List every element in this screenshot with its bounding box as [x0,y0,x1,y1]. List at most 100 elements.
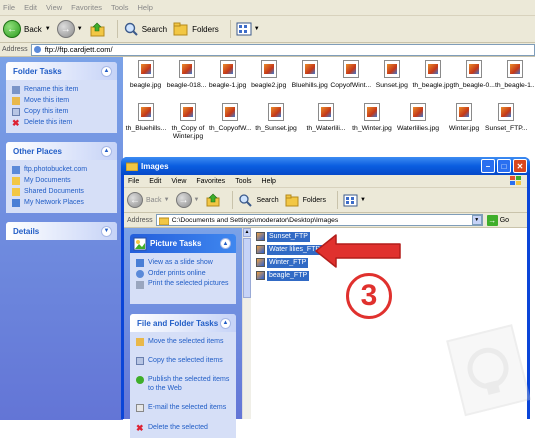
move-icon [136,338,144,346]
file-item[interactable]: th_beagle-0... [453,60,495,90]
file-item[interactable]: th_CopyofW... [209,103,252,141]
place-my-documents[interactable]: My Documents [12,175,111,186]
inner-search-button[interactable]: Search [238,193,279,208]
menu-favorites[interactable]: Favorites [71,3,102,12]
go-button[interactable]: → Go [486,214,509,226]
print-pictures-link[interactable]: Print the selected pictures [136,279,230,299]
minimize-button[interactable]: – [481,159,495,173]
file-item[interactable]: Winter.jpg [443,103,485,141]
details-header[interactable]: Details ▼ [6,222,117,240]
folder-tasks-header[interactable]: Folder Tasks ▲ [6,62,117,80]
details-panel: Details ▼ [6,222,117,240]
folders-button[interactable]: Folders [173,21,219,37]
file-item[interactable]: Waterlilies.jpg [393,103,443,141]
file-label: Sunset_FTP... [485,125,528,132]
file-item[interactable]: beagle-018... [166,60,207,90]
file-folder-tasks-header[interactable]: File and Folder Tasks ▲ [130,314,236,332]
file-item[interactable]: th_beagle-1... [495,60,535,90]
place-shared-documents[interactable]: Shared Documents [12,186,111,197]
menu-view[interactable]: View [171,178,186,185]
menu-edit[interactable]: Edit [24,3,37,12]
file-item-selected[interactable]: beagle_FTP [256,270,523,281]
inner-up-folder-button[interactable] [205,192,221,208]
other-places-header[interactable]: Other Places ▲ [6,142,117,160]
menu-help[interactable]: Help [262,178,276,185]
place-network[interactable]: My Network Places [12,197,111,208]
image-file-icon [256,245,265,254]
collapse-chevron-icon[interactable]: ▲ [220,238,231,249]
jpeg-file-icon [138,103,154,121]
address-input[interactable]: ftp://ftp.cardjett.com/ [30,43,535,56]
inner-forward-button[interactable]: → ▼ [175,192,199,208]
menu-tools[interactable]: Tools [235,178,251,185]
rename-item-link[interactable]: Rename this item [12,84,111,95]
picture-tasks-header[interactable]: Picture Tasks ▲ [130,234,236,253]
slideshow-link[interactable]: View as a slide show [136,257,230,268]
file-item[interactable]: th_beagle.jpg [412,60,453,90]
file-label: th_Bluehills... [125,125,167,132]
menu-help[interactable]: Help [138,3,153,12]
file-item[interactable]: th_Waterlili... [301,103,351,141]
close-button[interactable]: ✕ [513,159,527,173]
email-icon [136,404,144,412]
delete-item-label: Delete this item [24,119,73,126]
jpeg-file-icon [222,103,238,121]
forward-button[interactable]: → ▼ [56,20,83,38]
up-folder-button[interactable] [89,21,106,38]
inner-views-button[interactable]: ▼ [343,194,366,207]
file-label: th_Sunset.jpg [255,125,297,132]
file-item[interactable]: CopyofWint... [330,60,371,90]
file-item[interactable]: Bluehills.jpg [289,60,330,90]
collapse-chevron-icon[interactable]: ▲ [101,65,112,77]
publish-selected-link[interactable]: Publish the selected items to the Web [136,375,230,403]
delete-item-link[interactable]: ✖ Delete this item [12,117,111,128]
menu-file[interactable]: File [3,3,15,12]
place-label: Shared Documents [24,188,84,195]
place-photobucket[interactable]: ftp.photobucket.com [12,164,111,175]
file-item[interactable]: beagle2.jpg [248,60,289,90]
file-item[interactable]: beagle-1.jpg [207,60,248,90]
images-title-bar[interactable]: Images – □ ✕ [121,157,530,175]
shared-documents-icon [12,187,20,196]
task-pane-scrollbar[interactable]: ▲ [242,228,251,419]
file-item[interactable]: th_Winter.jpg [351,103,393,141]
picture-tasks-icon [133,237,147,250]
delete-selected-link[interactable]: ✖ Delete the selected [136,422,230,433]
views-button[interactable]: ▼ [236,22,260,36]
inner-back-button[interactable]: ← Back ▼ [127,192,170,208]
address-dropdown-icon[interactable]: ▼ [471,215,482,225]
file-item[interactable]: th_Copy of Winter.jpg [167,103,209,141]
menu-tools[interactable]: Tools [111,3,129,12]
file-item[interactable]: beagle.jpg [125,60,166,90]
menu-file[interactable]: File [128,178,139,185]
back-button[interactable]: ← Back ▼ [3,20,51,38]
maximize-button[interactable]: □ [497,159,511,173]
menu-favorites[interactable]: Favorites [196,178,225,185]
file-item[interactable]: Sunset_FTP... [485,103,528,141]
copy-selected-link[interactable]: Copy the selected items [136,356,230,375]
move-selected-link[interactable]: Move the selected items [136,337,230,356]
menu-edit[interactable]: Edit [149,178,161,185]
scroll-up-icon[interactable]: ▲ [243,228,251,237]
scrollbar-thumb[interactable] [243,238,251,298]
inner-address-input[interactable]: C:\Documents and Settings\moderator\Desk… [155,214,483,226]
file-item[interactable]: th_Sunset.jpg [251,103,301,141]
file-item[interactable]: Sunset.jpg [371,60,412,90]
back-label: Back [24,24,42,34]
inner-folders-button[interactable]: Folders [285,193,326,208]
menu-view[interactable]: View [46,3,62,12]
file-label: Sunset_FTP [267,231,310,242]
collapse-chevron-icon[interactable]: ▲ [101,145,112,157]
file-item[interactable]: th_Bluehills... [125,103,167,141]
email-selected-link[interactable]: E-mail the selected items [136,403,230,422]
expand-chevron-icon[interactable]: ▼ [101,225,112,237]
search-button[interactable]: Search [123,21,167,37]
dropdown-icon: ▼ [360,197,366,203]
search-icon [239,193,253,207]
collapse-chevron-icon[interactable]: ▲ [220,317,231,329]
file-label: beagle-1.jpg [208,82,247,89]
copy-item-link[interactable]: Copy this item [12,106,111,117]
move-item-link[interactable]: Move this item [12,95,111,106]
step-number: 3 [360,279,378,312]
order-prints-link[interactable]: Order prints online [136,268,230,279]
